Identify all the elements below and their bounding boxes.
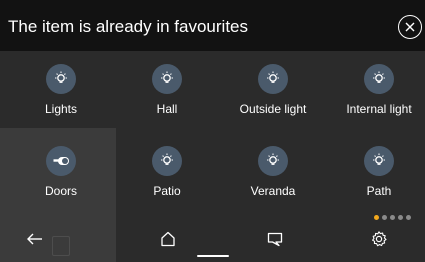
bulb-icon bbox=[364, 146, 394, 176]
tile-veranda[interactable]: Veranda bbox=[220, 146, 326, 198]
bulb-icon bbox=[258, 64, 288, 94]
home-icon bbox=[161, 231, 175, 247]
tile-label: Hall bbox=[156, 102, 178, 116]
bulb-icon bbox=[152, 64, 182, 94]
tile-path[interactable]: Path bbox=[326, 146, 425, 198]
bulb-icon bbox=[364, 64, 394, 94]
page-dot-active bbox=[374, 215, 379, 220]
tile-label: Internal light bbox=[346, 102, 412, 116]
gear-icon bbox=[372, 231, 387, 247]
page-dot bbox=[390, 215, 395, 220]
tile-label: Lights bbox=[44, 102, 78, 116]
toast-banner: The item is already in favourites bbox=[0, 0, 425, 51]
bulb-icon bbox=[46, 64, 76, 94]
page-dot bbox=[406, 215, 411, 220]
chat-bubble-icon bbox=[267, 232, 283, 247]
tile-label: Outside light bbox=[239, 102, 307, 116]
tile-label: Veranda bbox=[250, 184, 296, 198]
page-dot bbox=[382, 215, 387, 220]
door-ghost-icon bbox=[52, 236, 70, 256]
toast-message: The item is already in favourites bbox=[8, 17, 248, 36]
tile-label: Path bbox=[366, 184, 392, 198]
tile-outside-light[interactable]: Outside light bbox=[220, 64, 326, 116]
settings-button[interactable] bbox=[369, 229, 389, 249]
bulb-icon bbox=[152, 146, 182, 176]
tile-label: Patio bbox=[153, 184, 181, 198]
tile-lights[interactable]: Lights bbox=[8, 64, 114, 116]
tile-patio[interactable]: Patio bbox=[114, 146, 220, 198]
tile-label: Doors bbox=[44, 184, 77, 198]
page-dot bbox=[398, 215, 403, 220]
bulb-icon bbox=[258, 146, 288, 176]
home-indicator-bar bbox=[197, 255, 229, 257]
tile-internal-light[interactable]: Internal light bbox=[326, 64, 425, 116]
toast-close-button[interactable] bbox=[398, 15, 422, 39]
close-circle-icon bbox=[405, 22, 415, 32]
tile-doors[interactable]: Doors bbox=[8, 146, 114, 198]
page-indicator[interactable] bbox=[374, 215, 411, 220]
messages-button[interactable] bbox=[265, 229, 285, 249]
back-arrow-icon bbox=[27, 233, 42, 245]
back-button[interactable] bbox=[25, 229, 45, 249]
home-button[interactable] bbox=[158, 229, 178, 249]
tile-hall[interactable]: Hall bbox=[114, 64, 220, 116]
key-toggle-icon bbox=[46, 146, 76, 176]
favourites-screen: Lights Hall Outside light Internal light… bbox=[0, 0, 425, 262]
